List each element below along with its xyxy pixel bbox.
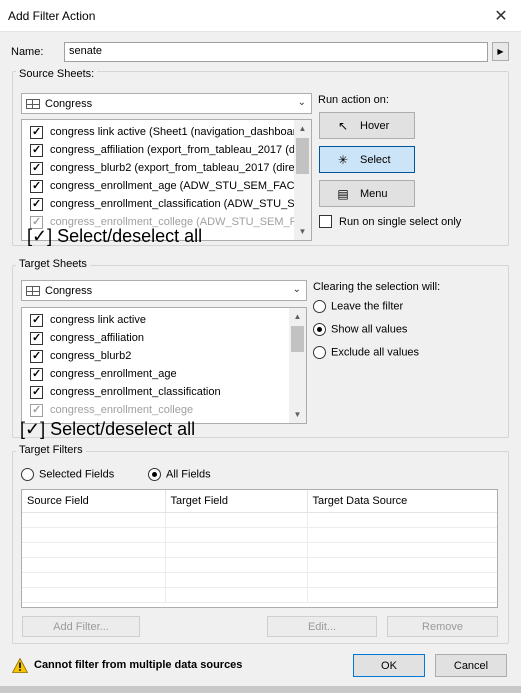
column-target-data-source[interactable]: Target Data Source [307,490,497,513]
clearing-label: Clearing the selection will: [313,281,441,293]
list-item[interactable]: congress_affiliation (export_from_tablea… [30,141,295,159]
checkbox[interactable] [30,349,43,363]
name-label: Name: [11,46,44,58]
clearing-option-exclude[interactable]: Exclude all values [313,346,419,359]
source-sheets-title: Source Sheets: [16,68,98,80]
target-dropdown-value: Congress [45,284,93,297]
cancel-button[interactable]: Cancel [435,654,507,677]
chevron-down-icon: ⌄ [297,97,306,108]
scroll-down-icon[interactable]: ▼ [289,406,306,423]
source-sheets-list[interactable]: congress link active (Sheet1 (navigation… [21,119,312,241]
radio-button[interactable] [148,468,161,481]
checkbox[interactable] [30,385,43,399]
select-button[interactable]: ✳ Select [319,146,415,173]
clearing-option-leave[interactable]: Leave the filter [313,300,403,313]
name-value: senate [69,45,103,57]
ok-button[interactable]: OK [353,654,425,677]
target-filters-title: Target Filters [16,444,86,456]
cursor-icon: ↖ [337,118,349,133]
scroll-up-icon[interactable]: ▲ [294,120,311,137]
scroll-thumb[interactable] [296,138,309,174]
close-button[interactable]: ✕ [481,0,521,32]
scroll-up-icon[interactable]: ▲ [289,308,306,325]
source-list-scrollbar[interactable]: ▲ ▼ [294,120,311,240]
table-row [22,512,497,528]
target-sheets-title: Target Sheets [16,258,90,270]
name-options-button[interactable]: ▶ [492,42,509,61]
list-item[interactable]: congress_enrollment_age (ADW_STU_SEM_FAC… [30,177,295,195]
target-select-all[interactable]: [✓] Select/deselect all [20,419,195,440]
single-select-checkbox[interactable] [319,215,332,228]
remove-button[interactable]: Remove [387,616,498,637]
clearing-option-show-all[interactable]: Show all values [313,323,407,336]
scroll-thumb[interactable] [291,326,304,352]
checkbox[interactable] [30,161,43,175]
cursor-click-icon: ✳ [337,152,349,167]
list-item[interactable]: congress link active [30,311,290,329]
background-window-strip [0,686,521,693]
list-item[interactable]: congress_enrollment_college [30,401,290,419]
radio-button[interactable] [313,323,326,336]
run-action-label: Run action on: [318,94,389,106]
chevron-down-icon: ⌄ [292,284,301,295]
checkbox[interactable] [30,313,43,327]
table-row [22,557,497,573]
list-item[interactable]: congress link active (Sheet1 (navigation… [30,123,295,141]
name-input[interactable]: senate [64,42,488,62]
checkbox[interactable] [30,403,43,417]
list-item[interactable]: congress_enrollment_classification (ADW_… [30,195,295,213]
table-row [22,527,497,543]
checkbox[interactable] [30,197,43,211]
source-select-all[interactable]: [✓] Select/deselect all [27,226,202,247]
all-fields-option[interactable]: All Fields [148,468,211,481]
table-row [22,542,497,558]
list-item[interactable]: congress_blurb2 (export_from_tableau_201… [30,159,295,177]
grid-icon [26,285,40,296]
radio-button[interactable] [313,346,326,359]
list-item[interactable]: congress_enrollment_classification [30,383,290,401]
menu-button[interactable]: ▤ Menu [319,180,415,207]
selected-fields-option[interactable]: Selected Fields [21,468,114,481]
target-sheets-list[interactable]: congress link active congress_affiliatio… [21,307,307,424]
checkbox[interactable] [30,143,43,157]
window-title: Add Filter Action [8,9,96,23]
table-row [22,572,497,588]
hover-button[interactable]: ↖ Hover [319,112,415,139]
source-dropdown-value: Congress [45,97,93,110]
list-item[interactable]: congress_affiliation [30,329,290,347]
radio-button[interactable] [21,468,34,481]
column-source-field[interactable]: Source Field [22,490,166,513]
radio-button[interactable] [313,300,326,313]
list-item[interactable]: congress_blurb2 [30,347,290,365]
column-target-field[interactable]: Target Field [165,490,308,513]
menu-cursor-icon: ▤ [337,186,349,201]
target-list-scrollbar[interactable]: ▲ ▼ [289,308,306,423]
checkbox[interactable] [30,179,43,193]
scroll-down-icon[interactable]: ▼ [294,223,311,240]
triangle-right-icon: ▶ [497,47,504,56]
target-filters-table[interactable]: Source Field Target Field Target Data So… [21,489,498,608]
checkbox[interactable] [30,331,43,345]
close-icon: ✕ [494,8,508,25]
add-filter-button[interactable]: Add Filter... [22,616,140,637]
target-sheets-dropdown[interactable]: Congress ⌄ [21,280,307,301]
source-sheets-dropdown[interactable]: Congress ⌄ [21,93,312,114]
status-warning-text: Cannot filter from multiple data sources [34,659,243,671]
table-row [22,587,497,603]
edit-button[interactable]: Edit... [267,616,377,637]
table-header-row: Source Field Target Field Target Data So… [22,490,497,513]
single-select-option[interactable]: Run on single select only [319,215,461,228]
checkbox[interactable] [30,367,43,381]
checkbox[interactable] [30,125,43,139]
warning-icon [12,658,28,673]
title-bar: Add Filter Action ✕ [0,0,521,32]
grid-icon [26,98,40,109]
list-item[interactable]: congress_enrollment_age [30,365,290,383]
